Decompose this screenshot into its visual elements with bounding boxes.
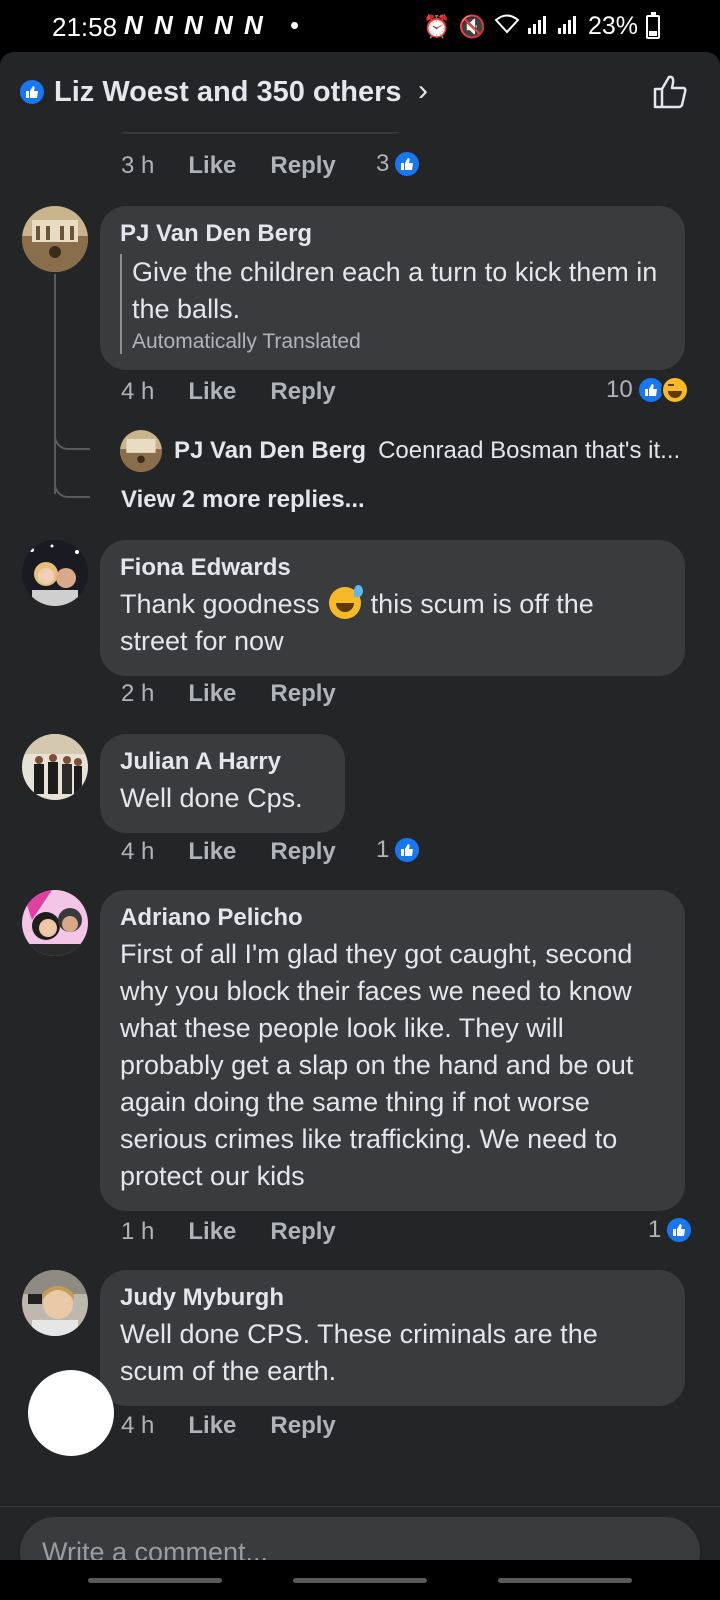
reaction-count[interactable]: 1	[376, 836, 422, 864]
grinning-sweat-emoji-icon	[329, 585, 364, 619]
like-button[interactable]: Like	[188, 838, 236, 866]
reaction-count-value: 3	[376, 150, 390, 177]
translation-label[interactable]: Automatically Translated	[132, 330, 665, 354]
comment-author[interactable]: Judy Myburgh	[120, 1284, 665, 1312]
avatar[interactable]	[22, 1270, 88, 1336]
signal-icon	[527, 14, 550, 40]
alarm-icon: ⏰	[423, 13, 451, 39]
thread-branch	[54, 452, 90, 498]
reaction-count[interactable]: 3	[376, 150, 422, 178]
chevron-right-icon[interactable]: ›	[418, 74, 428, 108]
reply-button[interactable]: Reply	[270, 378, 335, 406]
reply-snippet: Coenraad Bosman that's it...	[378, 437, 681, 464]
comment-bubble[interactable]: Judy Myburgh Well done CPS. These crimin…	[100, 1270, 685, 1406]
comment-text: Well done Cps.	[120, 783, 303, 813]
like-button[interactable]: Like	[188, 152, 236, 180]
signal-2-icon	[557, 14, 580, 40]
reply-button[interactable]: Reply	[270, 1218, 335, 1246]
comments-panel: Liz Woest and 350 others › 3 h Like Repl…	[0, 52, 720, 1600]
reply-button[interactable]: Reply	[270, 838, 335, 866]
nav-recents-button[interactable]	[88, 1578, 222, 1583]
comment-bubble[interactable]: Fiona Edwards Thank goodness this scum i…	[100, 540, 685, 676]
comment-author[interactable]: Fiona Edwards	[120, 554, 665, 582]
comment-text: Thank goodness this scum is off the stre…	[120, 585, 665, 660]
comment-actions: 3 h Like Reply	[121, 152, 336, 180]
view-more-replies[interactable]: View 2 more replies...	[121, 486, 365, 514]
status-time: 21:58	[52, 12, 118, 42]
like-button[interactable]: Like	[188, 680, 236, 708]
more-notifications-dot: •	[290, 10, 300, 40]
comment-bubble[interactable]: PJ Van Den Berg Give the children each a…	[100, 206, 685, 370]
comment-time: 4 h	[121, 1412, 155, 1439]
reaction-count[interactable]: 10	[606, 376, 689, 404]
comment-text-start: Thank goodness	[120, 589, 320, 619]
comment-actions: 4 h Like Reply	[121, 838, 336, 866]
reaction-count-value: 10	[606, 376, 633, 403]
haha-reaction-icon	[660, 376, 689, 404]
comment-author[interactable]: Adriano Pelicho	[120, 904, 665, 932]
avatar	[120, 430, 162, 472]
translated-block: Give the children each a turn to kick th…	[120, 254, 665, 354]
comment-bubble[interactable]: Adriano Pelicho First of all I'm glad th…	[100, 890, 685, 1211]
thread-branch	[54, 412, 90, 450]
reactions-header[interactable]: Liz Woest and 350 others ›	[0, 52, 720, 132]
comment-text: Well done CPS. These criminals are the s…	[120, 1319, 598, 1386]
like-reaction-icon	[393, 836, 422, 864]
nav-home-button[interactable]	[293, 1578, 427, 1583]
reaction-count[interactable]: 1	[648, 1216, 694, 1244]
comment-time: 4 h	[121, 838, 155, 865]
comment-actions: 4 h Like Reply	[121, 1412, 336, 1440]
comment-author[interactable]: PJ Van Den Berg	[120, 220, 665, 248]
comment-time: 1 h	[121, 1218, 155, 1245]
status-right: ⏰ 🔇 23%	[423, 11, 660, 41]
comment-time: 3 h	[121, 152, 155, 179]
notification-icons: N N N N N	[124, 10, 265, 40]
reaction-count-value: 1	[648, 1216, 662, 1243]
like-button[interactable]: Like	[188, 378, 236, 406]
reply-author[interactable]: PJ Van Den Berg	[174, 437, 366, 465]
avatar[interactable]	[22, 540, 88, 606]
mute-icon: 🔇	[458, 13, 486, 39]
nav-back-button[interactable]	[498, 1578, 632, 1583]
battery-fill	[649, 30, 657, 36]
wifi-icon	[494, 14, 520, 40]
like-reaction-icon	[665, 1216, 694, 1244]
avatar[interactable]	[22, 890, 88, 956]
reply-button[interactable]: Reply	[270, 680, 335, 708]
reply-preview[interactable]: PJ Van Den Berg Coenraad Bosman that's i…	[120, 430, 680, 472]
status-bar: 21:58 N N N N N • ⏰ 🔇 23%	[0, 0, 720, 52]
comment-text: Give the children each a turn to kick th…	[132, 257, 658, 324]
comment-actions: 4 h Like Reply	[121, 378, 336, 406]
floating-bubble-button[interactable]	[28, 1370, 114, 1456]
battery-icon	[646, 11, 660, 39]
avatar[interactable]	[22, 734, 88, 800]
like-reaction-icon	[18, 78, 46, 106]
system-nav-bar	[0, 1560, 720, 1600]
comment-actions: 2 h Like Reply	[121, 680, 336, 708]
comment-text: First of all I'm glad they got caught, s…	[120, 939, 634, 1191]
reply-button[interactable]: Reply	[270, 152, 335, 180]
comment-time: 2 h	[121, 680, 155, 707]
comment-actions: 1 h Like Reply	[121, 1218, 336, 1246]
thumbs-up-outline-icon[interactable]	[652, 74, 688, 115]
comment-author[interactable]: Julian A Harry	[120, 748, 325, 776]
comment-bubble[interactable]: Julian A Harry Well done Cps.	[100, 734, 345, 833]
like-button[interactable]: Like	[188, 1218, 236, 1246]
reaction-count-value: 1	[376, 836, 390, 863]
battery-percent: 23%	[587, 12, 638, 40]
reply-button[interactable]: Reply	[270, 1412, 335, 1440]
comment-time: 4 h	[121, 378, 155, 405]
avatar[interactable]	[22, 206, 88, 272]
reactions-summary[interactable]: Liz Woest and 350 others	[54, 76, 402, 109]
like-reaction-icon	[393, 150, 422, 178]
like-button[interactable]: Like	[188, 1412, 236, 1440]
